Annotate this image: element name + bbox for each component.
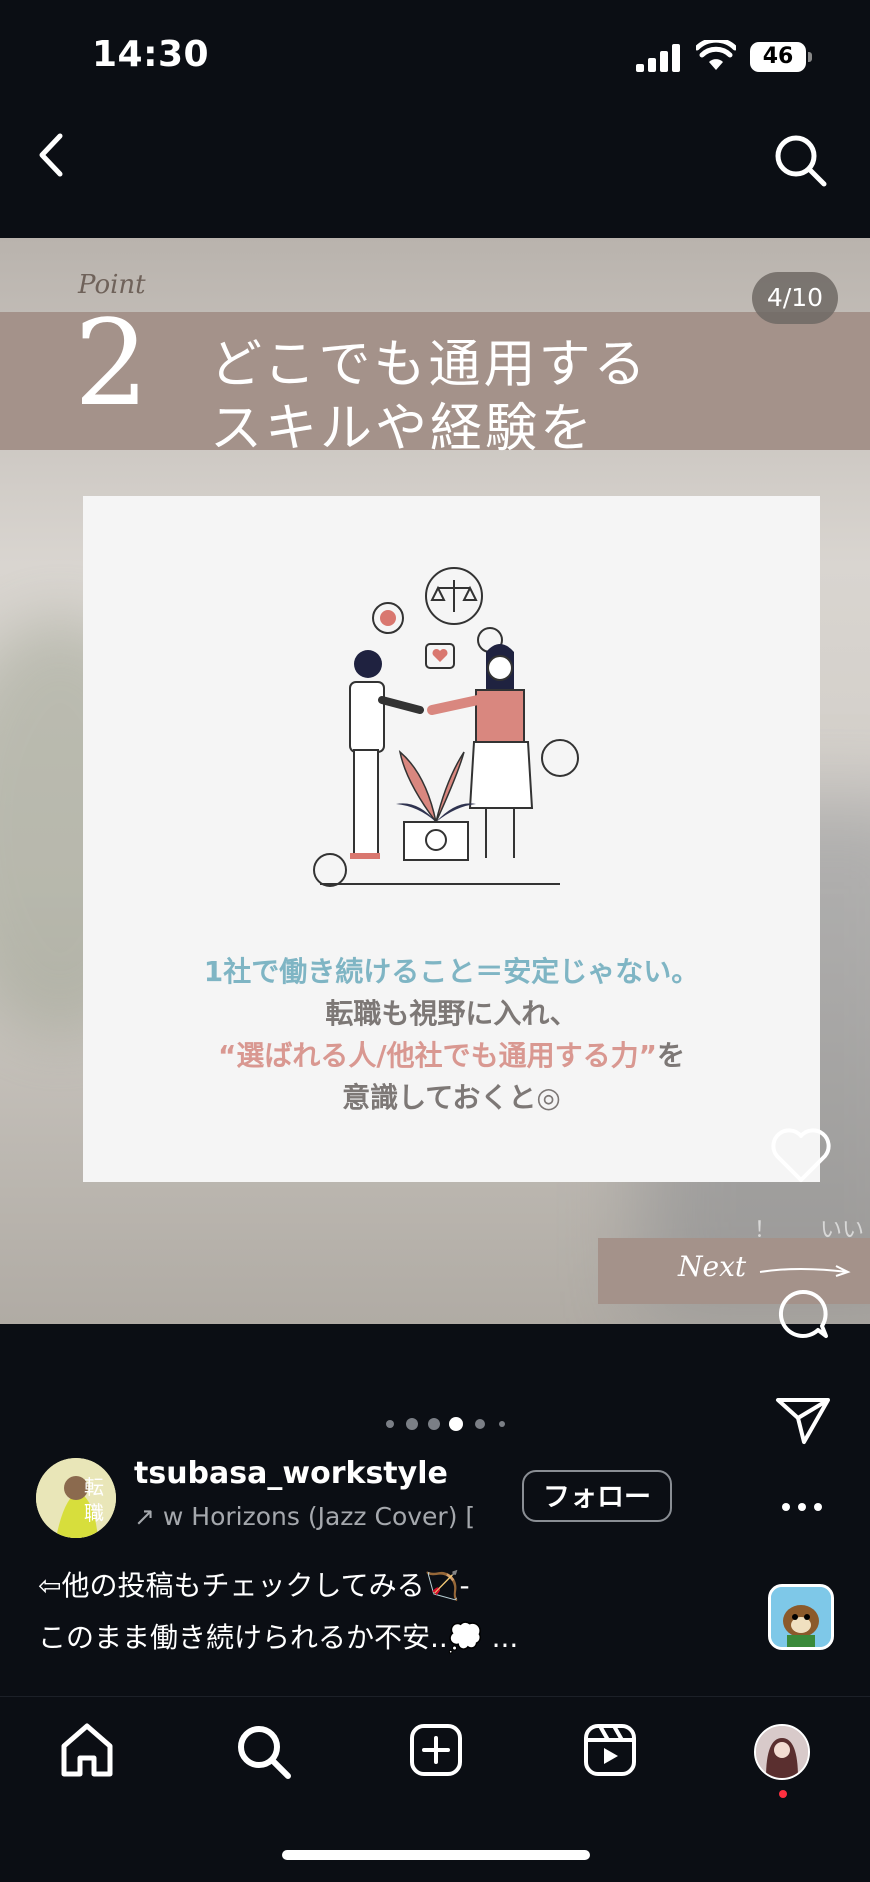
notification-dot — [779, 1790, 787, 1798]
home-icon[interactable] — [58, 1722, 116, 1778]
cellular-signal-icon — [636, 44, 680, 72]
battery-level: 46 — [750, 42, 806, 72]
caption-line1[interactable]: ⇦他の投稿もチェックしてみる🏹- — [38, 1564, 470, 1604]
comment-icon[interactable] — [774, 1286, 830, 1342]
arrow-right-icon — [759, 1265, 851, 1277]
profile-avatar[interactable] — [754, 1724, 810, 1780]
music-arrow-icon: ↗ — [134, 1502, 163, 1531]
carousel-dots — [386, 1417, 505, 1431]
reels-icon[interactable] — [582, 1722, 638, 1778]
next-label: Next — [678, 1250, 747, 1283]
avatar-text-1: 転 — [84, 1475, 104, 1499]
post-title-line2: スキルや経験を — [210, 399, 596, 459]
avatar-image: 転 職 — [36, 1458, 116, 1538]
username[interactable]: tsubasa_workstyle — [134, 1456, 448, 1491]
share-icon[interactable] — [774, 1394, 832, 1446]
music-thumbnail[interactable] — [768, 1584, 834, 1650]
message-line4: 意識しておくと◎ — [342, 1081, 561, 1114]
status-time: 14:30 — [92, 34, 210, 75]
heart-icon[interactable] — [770, 1126, 832, 1184]
bottom-nav-divider — [0, 1696, 870, 1697]
point-number: 2 — [74, 294, 150, 432]
avatar[interactable]: 転 職 — [36, 1458, 116, 1538]
music-title: w Horizons (Jazz Cover) [ — [162, 1502, 476, 1531]
more-icon[interactable] — [780, 1500, 824, 1514]
back-icon[interactable] — [30, 130, 74, 180]
profile-image — [756, 1726, 808, 1778]
message-line3-tail: を — [657, 1039, 686, 1072]
avatar-text-2: 職 — [84, 1501, 104, 1525]
wifi-icon — [696, 40, 736, 70]
message-highlight: “選ばれる人/他社でも通用する力” — [217, 1039, 658, 1072]
search-icon[interactable] — [234, 1722, 292, 1780]
battery-icon: 46 — [750, 40, 812, 74]
search-icon[interactable] — [772, 132, 828, 188]
create-icon[interactable] — [408, 1722, 464, 1778]
caption-line2[interactable]: このまま働き続けられるか不安..💭 ... — [38, 1616, 518, 1656]
music-info[interactable]: ↗ w Horizons (Jazz Cover) [ — [134, 1502, 494, 1531]
home-indicator — [282, 1850, 590, 1860]
handshake-illustration — [313, 567, 579, 887]
message-line2: 転職も視野に入れ、 — [325, 997, 578, 1030]
follow-button[interactable]: フォロー — [522, 1470, 672, 1522]
message-line3: “選ばれる人/他社でも通用する力”を — [83, 1034, 820, 1074]
page-indicator: 4/10 — [752, 272, 838, 324]
music-thumbnail-image — [771, 1587, 831, 1647]
like-count-hint: ！ いい — [754, 1218, 865, 1243]
message-line1: 1社で働き続けること＝安定じゃない。 — [203, 955, 700, 988]
